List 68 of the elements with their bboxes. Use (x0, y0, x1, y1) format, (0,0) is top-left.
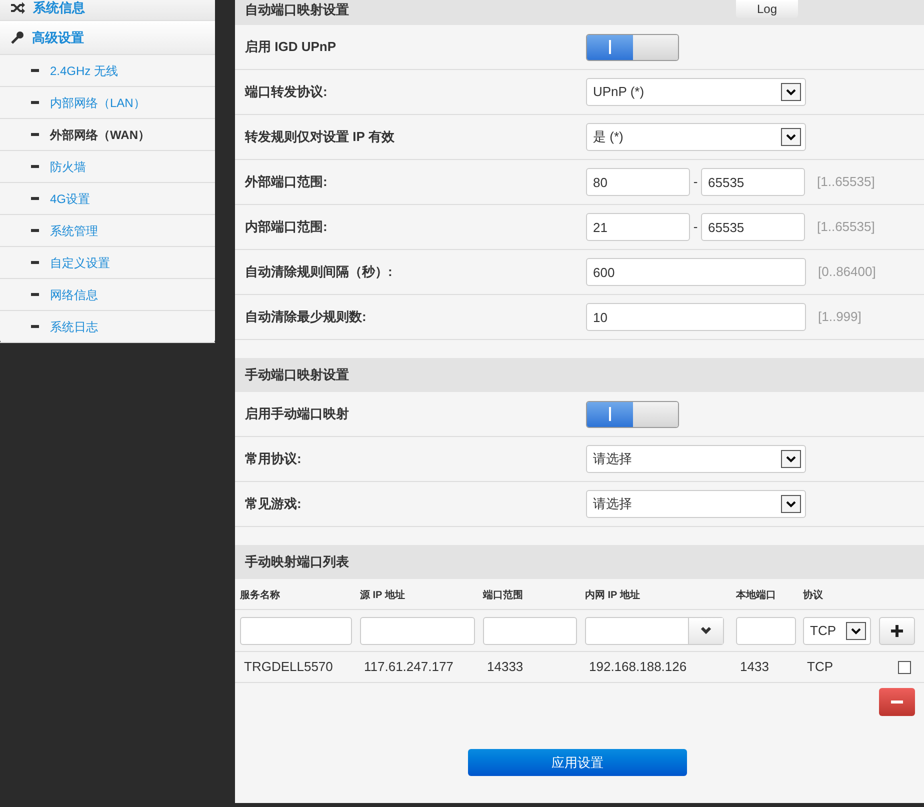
column-header: 源 IP 地址 (360, 590, 405, 601)
table-cell: 192.168.188.126 (589, 659, 687, 674)
range-separator: - (692, 218, 699, 236)
table-cell: 14333 (487, 659, 524, 674)
ip-combo-field[interactable] (585, 616, 724, 644)
range-hint: [0..86400] (818, 263, 876, 282)
field-label: 自动清除规则间隔（秒）: (244, 263, 394, 282)
dash-icon (31, 101, 39, 104)
section-title: 自动端口映射设置 (245, 0, 349, 19)
column-header: 端口范围 (483, 590, 523, 601)
toggle-switch[interactable] (586, 34, 679, 60)
input-field[interactable] (483, 616, 577, 644)
input-field[interactable]: 80 (586, 168, 690, 196)
range-hint: [1..65535] (817, 173, 875, 192)
input-field[interactable]: 65535 (701, 213, 805, 241)
select-field[interactable]: UPnP (*) (586, 78, 806, 106)
field-label: 自动清除最少规则数: (244, 308, 368, 326)
toggle-switch[interactable] (586, 400, 679, 428)
select-field[interactable]: TCP (803, 616, 871, 644)
section-title: 手动端口映射设置 (245, 366, 349, 384)
dash-icon (31, 133, 39, 136)
dash-icon (31, 325, 39, 328)
dash-icon (31, 293, 39, 296)
select-field[interactable]: 是 (*) (586, 123, 806, 151)
field-label: 常见游戏: (244, 495, 302, 514)
table-cell: 117.61.247.177 (364, 659, 454, 674)
input-field[interactable]: 600 (586, 258, 806, 286)
input-field[interactable]: 65535 (701, 168, 805, 196)
input-field[interactable]: 10 (586, 303, 806, 331)
range-hint: [1..999] (818, 308, 862, 326)
field-label: 端口转发协议: (244, 83, 328, 102)
field-label: 内部端口范围: (244, 218, 328, 236)
column-header: 协议 (803, 590, 823, 601)
input-field[interactable] (736, 616, 796, 644)
field-label: 外部端口范围: (244, 173, 328, 192)
dash-icon (31, 261, 39, 264)
field-label: 转发规则仅对设置 IP 有效 (244, 128, 396, 146)
table-cell: 1433 (740, 659, 769, 674)
select-field[interactable]: 请选择 (586, 445, 806, 473)
input-field[interactable] (360, 616, 475, 644)
table-cell: TRGDELL5570 (244, 659, 333, 674)
plus-icon (891, 624, 903, 636)
remove-button[interactable] (879, 688, 915, 716)
select-field[interactable]: 请选择 (586, 490, 806, 518)
log-button[interactable]: Log (736, 0, 798, 18)
section-title: 手动映射端口列表 (245, 553, 349, 572)
column-header: 本地端口 (736, 590, 776, 601)
minus-icon (891, 700, 903, 704)
dash-icon (31, 165, 39, 168)
column-header: 服务名称 (240, 590, 280, 601)
add-button[interactable] (879, 616, 915, 644)
table-cell: TCP (807, 659, 833, 674)
dash-icon (31, 197, 39, 200)
field-label: 常用协议: (244, 450, 302, 468)
column-header: 内网 IP 地址 (585, 590, 640, 601)
field-label: 启用手动端口映射 (244, 405, 350, 424)
apply-settings-button[interactable]: 应用设置 (468, 749, 687, 776)
input-field[interactable] (240, 616, 352, 644)
sidebar-item[interactable]: 外部网络（WAN） (0, 119, 215, 151)
row-checkbox[interactable] (898, 660, 911, 674)
range-separator: - (692, 173, 699, 192)
dash-icon (31, 69, 39, 72)
shuffle-icon (11, 2, 25, 14)
input-field[interactable]: 21 (586, 213, 690, 241)
dash-icon (31, 229, 39, 232)
range-hint: [1..65535] (817, 218, 875, 236)
chevron-down-icon (700, 626, 712, 636)
field-label: 启用 IGD UPnP (244, 38, 338, 56)
